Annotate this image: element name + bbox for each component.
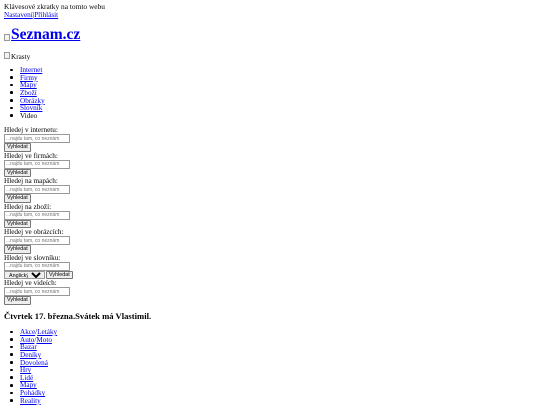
search-form-label: Hledej ve videích: [4, 279, 57, 287]
tab-item: Mapy [10, 81, 45, 89]
search-form-actions: Anglický Vyhledat [4, 270, 73, 280]
category-item: Lidé [10, 374, 57, 382]
search-form-actions: Vyhledat [4, 296, 73, 305]
promo-image-alt: Krasty [11, 53, 31, 61]
broken-image-icon [4, 51, 10, 59]
search-form: Hledej ve videích: Vyhledat [4, 279, 73, 305]
search-button[interactable]: Vyhledat [4, 245, 31, 254]
category-item: Akce/Letáky [10, 328, 57, 336]
seznam-logo-link[interactable]: Seznam.cz [11, 27, 80, 43]
top-links: Nastavení|Přihlásit [4, 11, 58, 19]
search-form-label: Hledej ve firmách: [4, 151, 58, 160]
category-item: Auto/Moto [10, 336, 57, 344]
category-item: Reality [10, 397, 57, 405]
search-form-actions: Vyhledat [4, 245, 73, 254]
date-heading: Čtvrtek 17. března.Svátek má Vlastimil. [4, 311, 152, 321]
promo-image: Krasty [4, 51, 31, 61]
search-form-actions: Vyhledat [4, 168, 73, 178]
tab-item: Obrázky [10, 97, 45, 105]
language-select[interactable]: Anglický [4, 270, 45, 280]
category-item: Deníky [10, 351, 57, 359]
search-input[interactable] [4, 210, 70, 220]
search-input[interactable] [4, 236, 70, 245]
tab-item: Slovník [10, 104, 45, 112]
search-form-label: Hledej v internetu: [4, 126, 58, 134]
tab-item: Zboží [10, 89, 45, 97]
search-form-actions: Vyhledat [4, 143, 73, 152]
search-form: Hledej ve firmách: Vyhledat [4, 152, 73, 178]
search-button[interactable]: Vyhledat [4, 194, 31, 203]
tab-item: Internet [10, 66, 45, 74]
search-button[interactable]: Vyhledat [4, 296, 31, 305]
search-form: Hledej ve obrázcích: Vyhledat [4, 228, 73, 254]
search-input[interactable] [4, 287, 70, 296]
logo: Seznam.cz [4, 27, 80, 43]
search-input[interactable] [4, 185, 70, 194]
search-input[interactable] [4, 159, 70, 169]
search-input[interactable] [4, 134, 70, 143]
category-item: Mapy [10, 381, 57, 389]
tab-item: Firmy [10, 74, 45, 82]
tab-item: Video [10, 112, 45, 120]
category-item: Dovolená [10, 359, 57, 367]
category-item: Hry [10, 366, 57, 374]
search-form-actions: Vyhledat [4, 219, 73, 229]
category-item: Pohádky [10, 389, 57, 397]
search-tabs: Internet Firmy Mapy Zboží Obrázky Slovník Vide… [10, 66, 45, 120]
search-forms: Hledej v internetu:VyhledatHledej ve fir… [4, 126, 73, 305]
login-link[interactable]: Přihlásit [34, 11, 58, 19]
search-form: Hledej v internetu: Vyhledat [4, 126, 73, 152]
category-list: Akce/Letáky Auto/Moto Bazar Deníky Dovolená H… [10, 328, 57, 405]
search-button[interactable]: Vyhledat [4, 219, 31, 229]
tab-video: Video [20, 111, 38, 120]
search-input[interactable] [4, 261, 70, 271]
search-form-label: Hledej ve obrázcích: [4, 228, 64, 236]
search-button[interactable]: Vyhledat [4, 168, 31, 178]
search-button[interactable]: Vyhledat [4, 143, 31, 152]
search-form-actions: Vyhledat [4, 194, 73, 203]
search-button[interactable]: Vyhledat [46, 270, 73, 280]
category-item: Bazar [10, 343, 57, 351]
search-form-label: Hledej na zboží: [4, 202, 52, 211]
search-form-label: Hledej ve slovníku: [4, 253, 61, 262]
broken-image-icon [4, 33, 10, 41]
search-form: Hledej ve slovníku: AnglickýVyhledat [4, 254, 73, 280]
search-form: Hledej na zboží: Vyhledat [4, 203, 73, 229]
category-link[interactable]: Reality [20, 397, 41, 405]
search-form-label: Hledej na mapách: [4, 177, 58, 185]
search-form: Hledej na mapách: Vyhledat [4, 177, 73, 203]
settings-link[interactable]: Nastavení [4, 11, 33, 19]
